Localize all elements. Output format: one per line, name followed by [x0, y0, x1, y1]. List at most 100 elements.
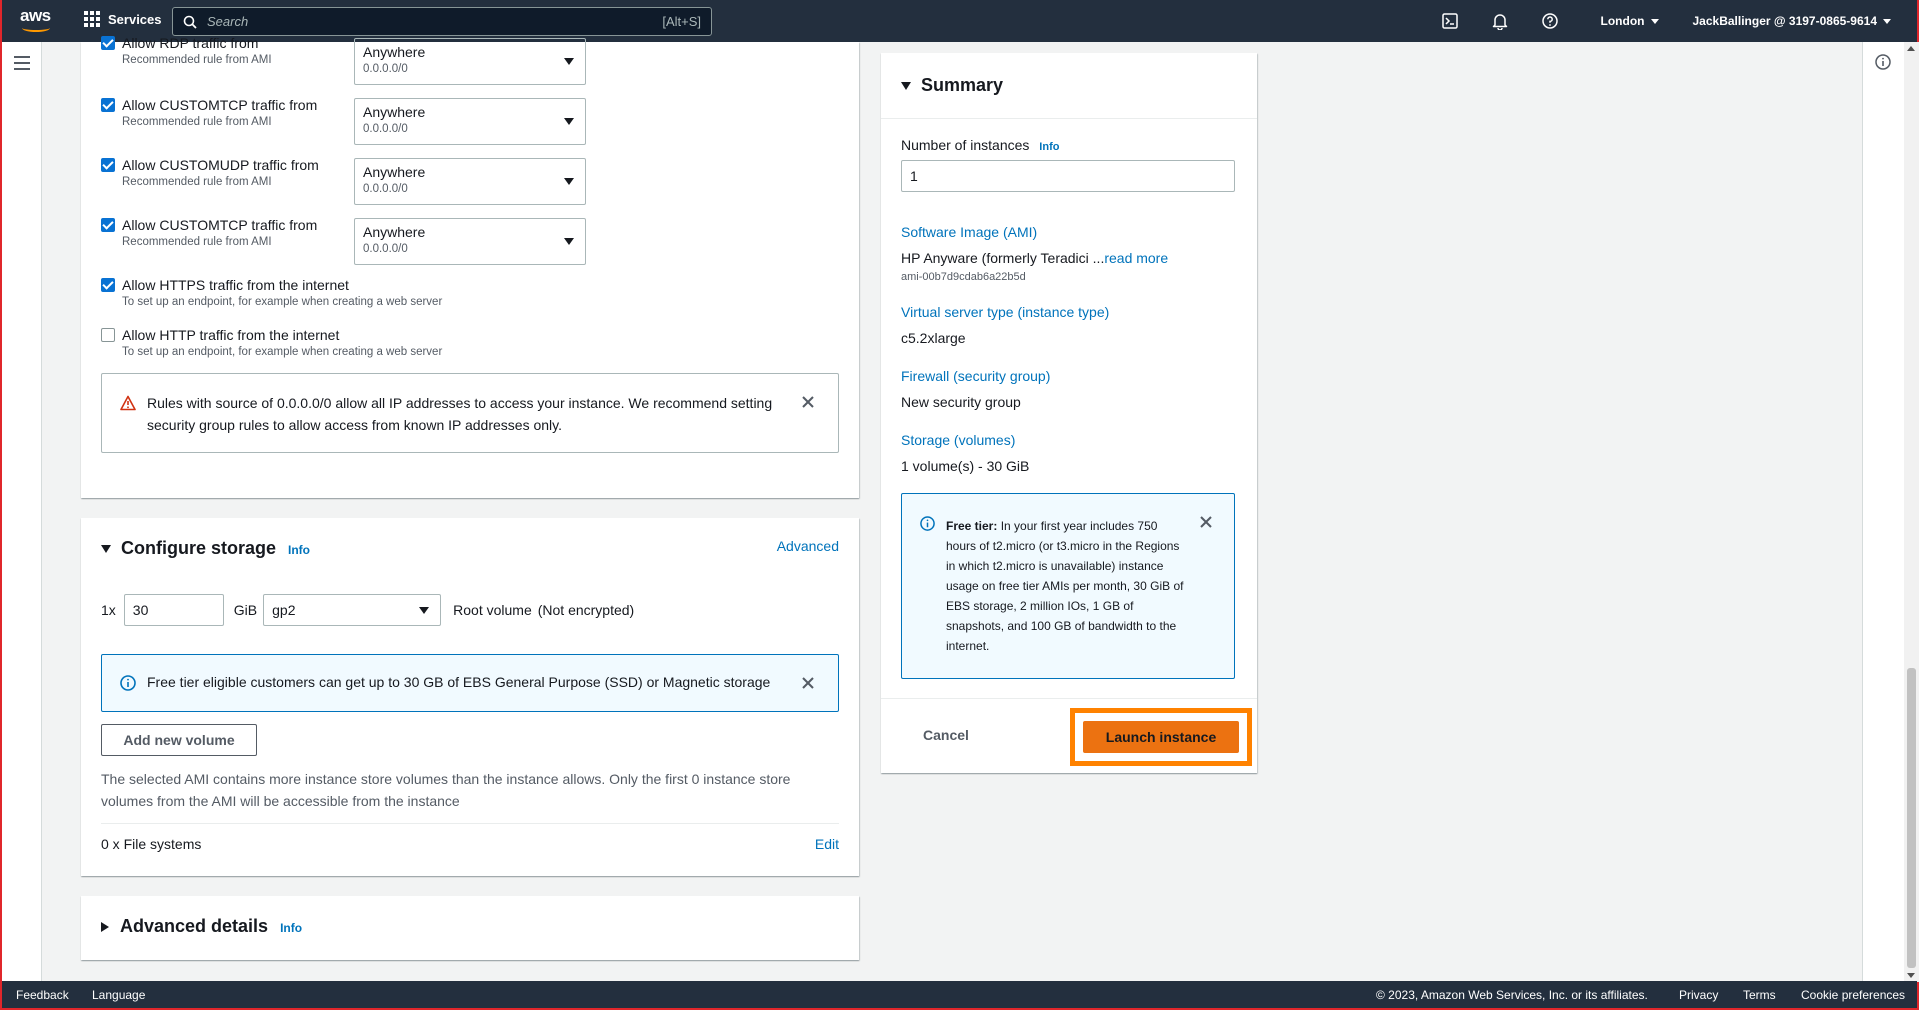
- aws-logo-text: aws: [20, 6, 51, 25]
- aws-smile-icon: [22, 24, 50, 32]
- right-rail: [1862, 42, 1904, 982]
- close-icon[interactable]: [1198, 514, 1214, 530]
- read-more-link[interactable]: read more: [1104, 250, 1168, 266]
- storage-header[interactable]: Configure storage Info: [101, 538, 310, 559]
- free-tier-body: In your first year includes 750 hours of…: [946, 519, 1184, 653]
- rule-checkbox[interactable]: [101, 218, 115, 232]
- nav-right-group: London JackBallinger @ 3197-0865-9614: [1425, 0, 1891, 42]
- caret-down-icon: [564, 238, 574, 245]
- close-icon[interactable]: [800, 394, 816, 410]
- terms-link[interactable]: Terms: [1743, 988, 1776, 1002]
- summary-panel: Summary Number of instances Info Softwar…: [881, 53, 1257, 773]
- file-systems-row: 0 x File systems Edit: [101, 836, 839, 852]
- notifications-icon[interactable]: [1491, 12, 1509, 30]
- aws-logo[interactable]: aws: [20, 6, 54, 34]
- security-group-link[interactable]: Firewall (security group): [901, 368, 1050, 384]
- page-scrollbar[interactable]: [1904, 42, 1919, 982]
- help-icon[interactable]: [1541, 12, 1559, 30]
- footer: Feedback Language © 2023, Amazon Web Ser…: [2, 981, 1917, 1008]
- privacy-link[interactable]: Privacy: [1679, 988, 1718, 1002]
- volume-type-select[interactable]: gp2: [263, 594, 442, 626]
- launch-instance-button[interactable]: Launch instance: [1083, 721, 1239, 753]
- instances-label-row: Number of instances Info: [901, 137, 1059, 153]
- info-link[interactable]: Info: [288, 543, 310, 557]
- instance-type-link[interactable]: Virtual server type (instance type): [901, 304, 1109, 320]
- storage-link[interactable]: Storage (volumes): [901, 432, 1015, 448]
- instances-label: Number of instances: [901, 137, 1030, 153]
- cidr-value: 0.0.0.0/0: [363, 63, 408, 75]
- region-label: London: [1600, 14, 1645, 28]
- launch-highlight-outline: Launch instance: [1070, 708, 1252, 766]
- caret-down-icon: [901, 81, 911, 90]
- region-selector[interactable]: London: [1601, 14, 1659, 28]
- advanced-details-header[interactable]: Advanced details Info: [101, 916, 302, 937]
- rule-source-select[interactable]: Anywhere 0.0.0.0/0: [354, 98, 586, 145]
- caret-down-icon: [564, 118, 574, 125]
- configure-storage-panel: Configure storage Info Advanced 1x GiB g…: [81, 518, 859, 876]
- ami-value: HP Anyware (formerly Teradici ...: [901, 250, 1105, 266]
- rule-row-customtcp-2: Allow CUSTOMTCP traffic from Recommended…: [101, 216, 317, 250]
- rule-source-select[interactable]: Anywhere 0.0.0.0/0: [354, 38, 586, 85]
- rule-subtitle: To set up an endpoint, for example when …: [122, 296, 443, 308]
- rule-row-http: Allow HTTP traffic from the internet To …: [101, 326, 442, 360]
- advanced-link[interactable]: Advanced: [777, 538, 839, 554]
- scroll-down-arrow-icon[interactable]: [1907, 973, 1915, 978]
- cookie-preferences-link[interactable]: Cookie preferences: [1801, 988, 1905, 1002]
- rule-checkbox[interactable]: [101, 328, 115, 342]
- account-menu[interactable]: JackBallinger @ 3197-0865-9614: [1692, 14, 1891, 28]
- rule-title: Allow CUSTOMTCP traffic from: [122, 97, 318, 113]
- add-new-volume-button[interactable]: Add new volume: [101, 724, 257, 756]
- caret-down-icon: [419, 607, 430, 614]
- account-label: JackBallinger @ 3197-0865-9614: [1692, 14, 1878, 28]
- rule-subtitle: Recommended rule from AMI: [122, 116, 272, 128]
- left-rail: [2, 42, 42, 982]
- scroll-thumb[interactable]: [1907, 668, 1916, 968]
- info-link[interactable]: Info: [280, 921, 302, 935]
- cloudshell-icon[interactable]: [1441, 12, 1459, 30]
- warning-icon: [120, 395, 136, 411]
- rule-title: Allow CUSTOMTCP traffic from: [122, 217, 318, 233]
- advanced-details-panel: Advanced details Info: [81, 896, 859, 960]
- chevron-down-icon: [1650, 18, 1659, 24]
- rule-checkbox[interactable]: [101, 158, 115, 172]
- cancel-button[interactable]: Cancel: [923, 727, 969, 743]
- rule-checkbox[interactable]: [101, 278, 115, 292]
- rule-subtitle: Recommended rule from AMI: [122, 236, 272, 248]
- rule-title: Allow HTTP traffic from the internet: [122, 327, 340, 343]
- number-of-instances-input[interactable]: [901, 160, 1235, 192]
- rule-checkbox[interactable]: [101, 36, 115, 50]
- rule-subtitle: Recommended rule from AMI: [122, 176, 272, 188]
- close-icon[interactable]: [800, 675, 816, 691]
- rule-source-select[interactable]: Anywhere 0.0.0.0/0: [354, 218, 586, 265]
- services-menu-button[interactable]: Services: [84, 11, 162, 27]
- scroll-up-arrow-icon[interactable]: [1907, 46, 1915, 51]
- caret-down-icon: [564, 178, 574, 185]
- volume-count: 1x: [101, 602, 116, 618]
- rule-row-https: Allow HTTPS traffic from the internet To…: [101, 276, 442, 310]
- ami-link[interactable]: Software Image (AMI): [901, 224, 1037, 240]
- copyright-text: © 2023, Amazon Web Services, Inc. or its…: [1376, 988, 1648, 1002]
- language-link[interactable]: Language: [92, 988, 145, 1002]
- menu-icon[interactable]: [14, 56, 30, 70]
- volume-size-input[interactable]: [123, 594, 224, 626]
- free-tier-text: Free tier: In your first year includes 7…: [946, 516, 1186, 656]
- info-link[interactable]: Info: [1039, 141, 1059, 153]
- rule-row-customudp: Allow CUSTOMUDP traffic from Recommended…: [101, 156, 319, 190]
- encryption-status: (Not encrypted): [537, 602, 635, 618]
- summary-header[interactable]: Summary: [881, 53, 1257, 119]
- rule-subtitle: Recommended rule from AMI: [122, 54, 272, 66]
- rule-source-select[interactable]: Anywhere 0.0.0.0/0: [354, 158, 586, 205]
- feedback-link[interactable]: Feedback: [16, 988, 69, 1002]
- cidr-value: 0.0.0.0/0: [363, 243, 408, 255]
- network-settings-panel: Allow RDP traffic from Recommended rule …: [81, 35, 859, 498]
- root-volume-label: Root volume: [453, 602, 532, 618]
- search-input[interactable]: [207, 14, 663, 29]
- search-bar[interactable]: [Alt+S]: [172, 7, 712, 36]
- ami-instance-store-note: The selected AMI contains more instance …: [101, 771, 791, 809]
- rule-checkbox[interactable]: [101, 98, 115, 112]
- security-group-value: New security group: [901, 394, 1021, 410]
- storage-value: 1 volume(s) - 30 GiB: [901, 458, 1030, 474]
- divider: [101, 823, 839, 824]
- edit-file-systems-link[interactable]: Edit: [815, 836, 839, 852]
- info-panel-icon[interactable]: [1875, 54, 1891, 70]
